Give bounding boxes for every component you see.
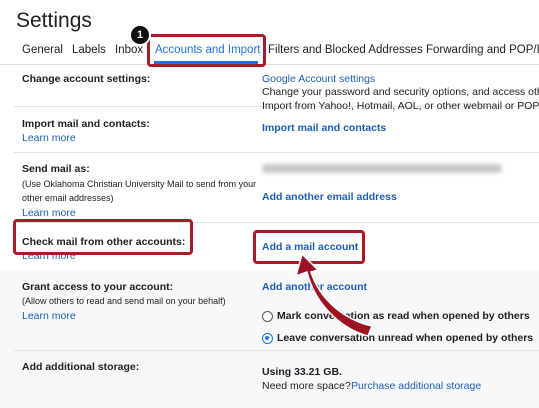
- storage-label: Add additional storage:: [22, 361, 140, 373]
- radio-leave-unread[interactable]: [262, 333, 273, 344]
- add-mail-account-highlight-box: [253, 230, 365, 264]
- send-mail-note1: (Use Oklahoma Christian University Mail …: [22, 179, 257, 189]
- tab-filters[interactable]: Filters and Blocked Addresses: [268, 44, 423, 56]
- row-divider: [14, 350, 539, 351]
- add-email-address-link[interactable]: Add another email address: [262, 191, 397, 203]
- option-mark-read-label: Mark conversation as read when opened by…: [277, 310, 530, 322]
- check-mail-highlight-box: [13, 219, 193, 255]
- step-number-badge: 1: [129, 24, 151, 46]
- purchase-storage-link[interactable]: Purchase additional storage: [351, 380, 481, 392]
- option-leave-unread-label: Leave conversation unread when opened by…: [277, 332, 534, 344]
- tab-general[interactable]: General: [22, 44, 63, 56]
- change-account-desc: Change your password and security option…: [262, 86, 539, 98]
- storage-usage: Using 33.21 GB.: [262, 366, 342, 378]
- send-mail-label: Send mail as:: [22, 163, 90, 175]
- google-account-settings-link[interactable]: Google Account settings: [262, 73, 375, 85]
- add-another-account-link[interactable]: Add another account: [262, 281, 367, 293]
- tab-forwarding[interactable]: Forwarding and POP/IM: [426, 44, 539, 56]
- gmail-settings-page: Settings General Labels Inbox Accounts a…: [0, 0, 539, 408]
- import-mail-link[interactable]: Import mail and contacts: [262, 122, 386, 134]
- page-title: Settings: [16, 9, 92, 32]
- radio-mark-read[interactable]: [262, 311, 273, 322]
- import-mail-label: Import mail and contacts:: [22, 118, 150, 130]
- change-account-label: Change account settings:: [22, 73, 151, 85]
- grant-access-note: (Allow others to read and send mail on y…: [22, 296, 226, 306]
- import-learn-more-link[interactable]: Learn more: [22, 132, 76, 144]
- grant-access-learn-more-link[interactable]: Learn more: [22, 310, 76, 322]
- send-mail-learn-more-link[interactable]: Learn more: [22, 207, 76, 219]
- blurred-email-address: [262, 164, 502, 173]
- send-mail-note2: other email addresses): [22, 193, 114, 203]
- tab-highlight-box: [147, 34, 266, 67]
- row-divider: [14, 152, 539, 153]
- import-desc: Import from Yahoo!, Hotmail, AOL, or oth…: [262, 100, 539, 112]
- need-more-space-text: Need more space?: [262, 380, 351, 392]
- settings-tab-bar: General Labels Inbox Accounts and Import…: [0, 38, 539, 65]
- tab-labels[interactable]: Labels: [72, 44, 106, 56]
- grant-access-label: Grant access to your account:: [22, 281, 174, 293]
